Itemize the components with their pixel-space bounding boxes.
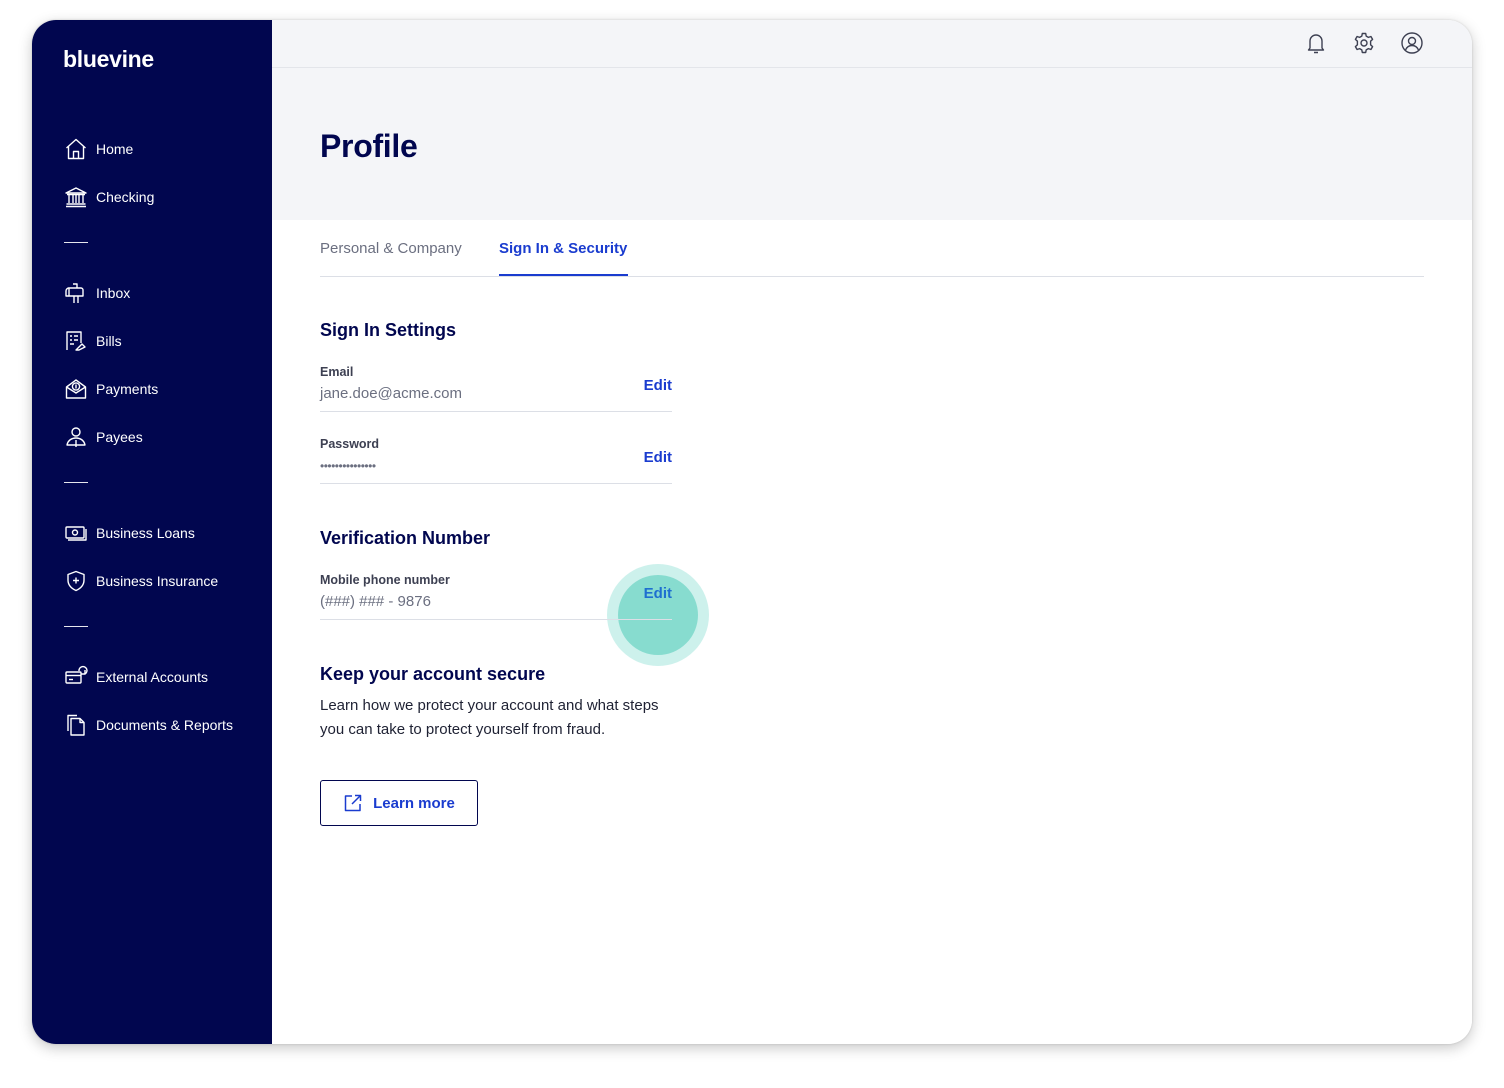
main-content: Personal & Company Sign In & Security Si… [272,220,1472,1044]
sidebar-item-label: Payees [96,429,143,445]
sidebar-divider [64,242,88,243]
sidebar-item-label: Business Loans [96,525,195,541]
app-window: bluevine Home Checking Inbox Bills Payme… [32,20,1472,1044]
sidebar-item-label: Inbox [96,285,131,301]
gear-icon[interactable] [1352,31,1376,55]
external-link-icon [343,793,363,813]
edit-email-button[interactable]: Edit [644,377,672,394]
learn-more-button[interactable]: Learn more [320,780,478,826]
email-label: Email [320,365,354,379]
secure-description: Learn how we protect your account and wh… [320,697,659,738]
mobile-phone-label: Mobile phone number [320,573,450,587]
person-icon [64,425,88,449]
sidebar-divider [64,626,88,627]
mobile-phone-field: Mobile phone number (###) ### - 9876 Edi… [320,573,672,620]
sidebar-divider [64,482,88,483]
email-field: Email jane.doe@acme.com Edit [320,365,672,412]
keep-account-secure-title: Keep your account secure [320,664,546,684]
sidebar-item-business-loans[interactable]: Business Loans [64,519,195,547]
external-card-icon [64,665,88,689]
email-value: jane.doe@acme.com [320,385,462,402]
user-circle-icon[interactable] [1400,31,1424,55]
sidebar-item-payees[interactable]: Payees [64,423,143,451]
sidebar-item-bills[interactable]: Bills [64,327,122,355]
sidebar-item-checking[interactable]: Checking [64,183,154,211]
payment-icon [64,377,88,401]
documents-icon [64,713,88,737]
shield-icon [64,569,88,593]
password-value: ••••••••••••••• [320,459,376,473]
bill-icon [64,329,88,353]
password-field: Password ••••••••••••••• Edit [320,437,672,484]
password-label: Password [320,437,380,451]
sidebar-item-business-insurance[interactable]: Business Insurance [64,567,218,595]
top-bar [272,20,1472,68]
cash-icon [64,521,88,545]
page-header: Profile [272,68,1472,220]
tab-personal-company[interactable]: Personal & Company [320,240,462,257]
sidebar-item-inbox[interactable]: Inbox [64,279,130,307]
sidebar-item-label: Business Insurance [96,573,219,589]
bell-icon[interactable] [1304,31,1328,55]
learn-more-label: Learn more [373,794,455,812]
sidebar-item-external-accounts[interactable]: External Accounts [64,663,208,691]
bank-icon [64,185,88,209]
edit-phone-button[interactable]: Edit [644,585,672,602]
logo-text: bluevine [63,46,154,72]
sidebar-item-home[interactable]: Home [64,135,133,163]
sign-in-settings-title: Sign In Settings [320,320,457,340]
tab-bar: Personal & Company Sign In & Security [320,220,1424,277]
mailbox-icon [64,281,88,305]
active-tab-indicator [499,274,628,276]
sidebar: bluevine Home Checking Inbox Bills Payme… [32,20,272,1044]
sidebar-item-label: Documents & Reports [96,717,233,733]
verification-number-title: Verification Number [320,528,491,548]
tab-sign-in-security[interactable]: Sign In & Security [499,240,627,257]
sidebar-item-label: Payments [96,381,159,397]
page-title: Profile [320,128,418,164]
mobile-phone-value: (###) ### - 9876 [320,593,431,610]
sidebar-item-documents-reports[interactable]: Documents & Reports [64,711,233,739]
sidebar-item-label: External Accounts [96,669,209,685]
edit-password-button[interactable]: Edit [644,449,672,466]
bluevine-logo[interactable]: bluevine [63,46,154,73]
sidebar-item-label: Home [96,141,134,157]
sidebar-item-label: Bills [96,333,122,349]
sidebar-item-payments[interactable]: Payments [64,375,158,403]
home-icon [64,137,88,161]
sidebar-item-label: Checking [96,189,155,205]
